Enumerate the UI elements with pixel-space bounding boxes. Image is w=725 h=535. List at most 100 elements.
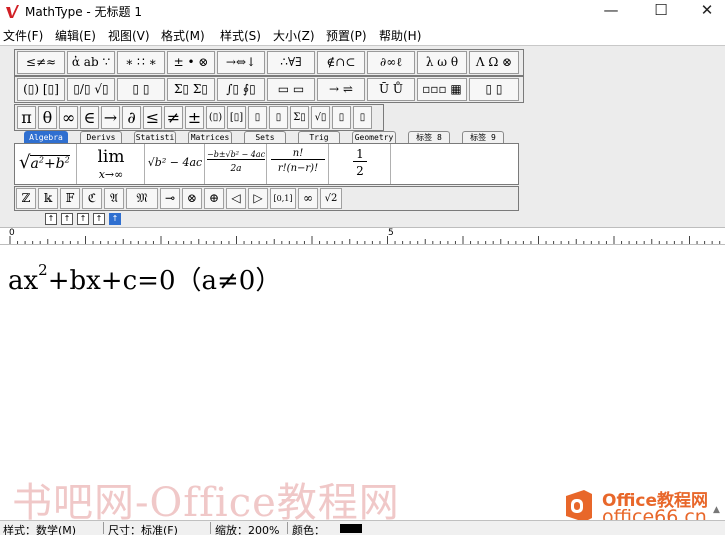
template-brackets[interactable]: [▯] bbox=[227, 106, 246, 129]
scroll-up-button-3[interactable]: ↑ bbox=[77, 213, 89, 225]
equation-editor[interactable]: ax2+bx+c=0（a≠0） 书吧网-Office教程网 Office教程网 … bbox=[0, 246, 725, 528]
palette-scripts[interactable]: ▯ ▯ bbox=[117, 78, 165, 101]
menu-format[interactable]: 格式(M) bbox=[161, 27, 205, 44]
template-one-half[interactable]: 1 2 bbox=[329, 144, 391, 184]
palette-operators[interactable]: ± • ⊗ bbox=[167, 51, 215, 74]
half-numerator: 1 bbox=[353, 147, 367, 162]
scroll-up-button-4[interactable]: ↑ bbox=[93, 213, 105, 225]
symbol-fraktur-m[interactable]: 𝔐 bbox=[126, 188, 158, 209]
close-button[interactable]: ✕ bbox=[684, 0, 725, 22]
palette-boxes[interactable]: ▯ ▯ bbox=[469, 78, 519, 101]
status-color-label: 颜色： bbox=[292, 524, 325, 535]
symbol-leq[interactable]: ≤ bbox=[143, 106, 162, 129]
palette-relations[interactable]: ≤≠≈ bbox=[17, 51, 65, 74]
menu-view[interactable]: 视图(V) bbox=[108, 27, 150, 44]
symbol-left-triangle[interactable]: ◁ bbox=[226, 188, 246, 209]
palette-products[interactable]: Ū Ů bbox=[367, 78, 415, 101]
symbol-pi[interactable]: π bbox=[17, 106, 36, 129]
tab-sets[interactable]: Sets bbox=[244, 131, 286, 143]
palette-sets[interactable]: ∉∩⊂ bbox=[317, 51, 365, 74]
color-swatch[interactable] bbox=[340, 524, 362, 533]
equation[interactable]: ax2+bx+c=0（a≠0） bbox=[8, 260, 281, 297]
template-parens[interactable]: (▯) bbox=[206, 106, 225, 129]
palette-summations[interactable]: Σ▯ Σ▯ bbox=[167, 78, 215, 101]
menu-help[interactable]: 帮助(H) bbox=[379, 27, 421, 44]
template-sqrt[interactable]: √▯ bbox=[311, 106, 330, 129]
symbol-right-triangle[interactable]: ▷ bbox=[248, 188, 268, 209]
palette-misc[interactable]: ∂∞ℓ bbox=[367, 51, 415, 74]
template-superscript[interactable]: ▯ bbox=[332, 106, 351, 129]
tab-algebra[interactable]: Algebra bbox=[24, 131, 68, 143]
symbol-multimap[interactable]: ⊸ bbox=[160, 188, 180, 209]
template-discriminant[interactable]: √b² − 4ac bbox=[145, 144, 205, 184]
status-separator bbox=[103, 522, 104, 534]
symbol-arrow[interactable]: → bbox=[101, 106, 120, 129]
symbol-plus-minus[interactable]: ± bbox=[185, 106, 204, 129]
status-zoom: 缩放：200% bbox=[215, 524, 280, 535]
ruler[interactable]: 0 5 bbox=[0, 227, 725, 245]
lim-label: lim bbox=[97, 147, 125, 167]
symbol-oplus[interactable]: ⊕ bbox=[204, 188, 224, 209]
symbol-integers[interactable]: ℤ bbox=[16, 188, 36, 209]
status-style: 样式：数学(M) bbox=[3, 524, 77, 535]
title-bar: MathType - 无标题 1 — ☐ ✕ bbox=[0, 0, 725, 22]
palette-fractions-radicals[interactable]: ▯/▯ √▯ bbox=[67, 78, 115, 101]
tab-8[interactable]: 标签 8 bbox=[408, 131, 450, 143]
status-separator bbox=[287, 522, 288, 534]
symbol-element-of[interactable]: ∈ bbox=[80, 106, 99, 129]
symbol-otimes[interactable]: ⊗ bbox=[182, 188, 202, 209]
template-sum[interactable]: Σ▯ bbox=[290, 106, 309, 129]
palette-spaces[interactable]: ἀ ab ∵ bbox=[67, 51, 115, 74]
palette-arrows[interactable]: →⇔↓ bbox=[217, 51, 265, 74]
symbol-theta[interactable]: θ bbox=[38, 106, 57, 129]
template-limit[interactable]: lim x→∞ bbox=[77, 144, 145, 184]
menu-edit[interactable]: 编辑(E) bbox=[55, 27, 96, 44]
scroll-up-button-5[interactable]: ↑ bbox=[109, 213, 121, 225]
palette-fences[interactable]: (▯) [▯] bbox=[17, 78, 65, 101]
palette-logic[interactable]: ∴∀∃ bbox=[267, 51, 315, 74]
palette-bars[interactable]: ▭ ▭ bbox=[267, 78, 315, 101]
symbol-fraktur-a[interactable]: 𝔄 bbox=[104, 188, 124, 209]
scroll-up-button-1[interactable]: ↑ bbox=[45, 213, 57, 225]
menu-file[interactable]: 文件(F) bbox=[3, 27, 43, 44]
template-palette-row-2: (▯) [▯] ▯/▯ √▯ ▯ ▯ Σ▯ Σ▯ ∫▯ ∮▯ ▭ ▭ → ⇌ Ū… bbox=[14, 76, 524, 103]
menu-size[interactable]: 大小(Z) bbox=[273, 27, 315, 44]
symbol-neq[interactable]: ≠ bbox=[164, 106, 183, 129]
minimize-button[interactable]: — bbox=[588, 0, 634, 22]
tab-matrices[interactable]: Matrices bbox=[188, 131, 232, 143]
symbol-infinity-2[interactable]: ∞ bbox=[298, 188, 318, 209]
palette-greek-lower[interactable]: λ ω θ bbox=[417, 51, 467, 74]
template-pythagorean[interactable]: √a2+b2 bbox=[15, 144, 77, 184]
palette-matrices[interactable]: ▫▫▫ ▦ bbox=[417, 78, 467, 101]
template-braces[interactable]: ▯ bbox=[248, 106, 267, 129]
template-combination[interactable]: n! r!(n−r)! bbox=[267, 144, 329, 184]
scroll-up-arrow[interactable]: ▲ bbox=[708, 502, 725, 519]
tab-trig[interactable]: Trig bbox=[298, 131, 340, 143]
template-subscript[interactable]: ▯ bbox=[353, 106, 372, 129]
scroll-up-button-2[interactable]: ↑ bbox=[61, 213, 73, 225]
maximize-button[interactable]: ☐ bbox=[638, 0, 684, 22]
palette-embellishments[interactable]: ∗ ∷ ∗ bbox=[117, 51, 165, 74]
ruler-mark-5: 5 bbox=[388, 228, 394, 238]
tab-statistics[interactable]: Statisti bbox=[134, 131, 176, 143]
symbol-blackboard-k[interactable]: 𝕜 bbox=[38, 188, 58, 209]
template-quadratic-formula[interactable]: −b±√b² − 4ac 2a bbox=[205, 144, 267, 184]
palette-integrals[interactable]: ∫▯ ∮▯ bbox=[217, 78, 265, 101]
symbol-fraktur-c[interactable]: ℭ bbox=[82, 188, 102, 209]
symbol-fraktur-f[interactable]: 𝔽 bbox=[60, 188, 80, 209]
template-fraction[interactable]: ▯ bbox=[269, 106, 288, 129]
menu-style[interactable]: 样式(S) bbox=[220, 27, 261, 44]
tab-derivs[interactable]: Derivs bbox=[80, 131, 122, 143]
symbol-sqrt-two[interactable]: √2 bbox=[320, 188, 342, 209]
palette-greek-upper[interactable]: Λ Ω ⊗ bbox=[469, 51, 519, 74]
symbol-interval[interactable]: [0,1] bbox=[270, 188, 296, 209]
term-a: a bbox=[30, 156, 39, 172]
palette-labeled-arrows[interactable]: → ⇌ bbox=[317, 78, 365, 101]
tab-geometry[interactable]: Geometry bbox=[352, 131, 396, 143]
template-tabs: Algebra Derivs Statisti Matrices Sets Tr… bbox=[14, 131, 524, 143]
mathtype-logo-icon bbox=[6, 5, 19, 18]
tab-9[interactable]: 标签 9 bbox=[462, 131, 504, 143]
symbol-infinity[interactable]: ∞ bbox=[59, 106, 78, 129]
symbol-partial[interactable]: ∂ bbox=[122, 106, 141, 129]
menu-preferences[interactable]: 预置(P) bbox=[326, 27, 367, 44]
